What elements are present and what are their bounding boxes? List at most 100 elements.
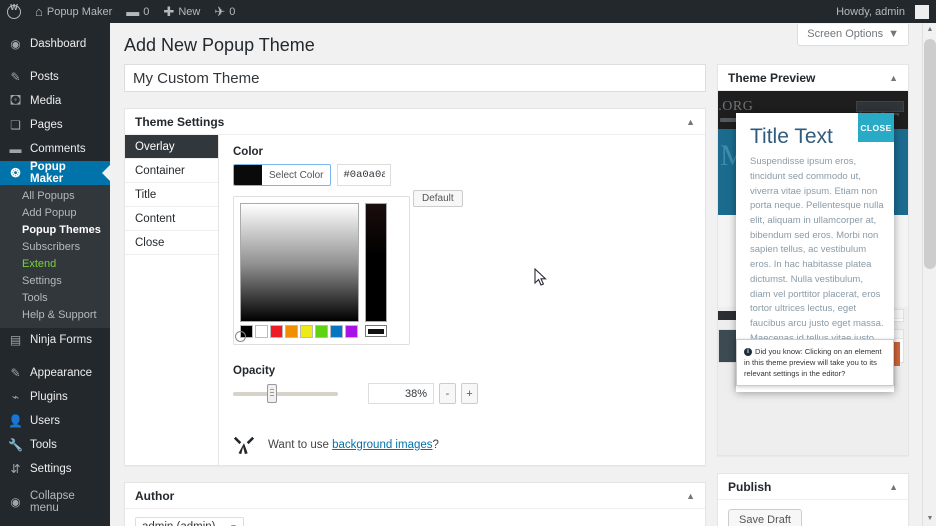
sidebar-label: Media bbox=[30, 95, 61, 107]
tab-close[interactable]: Close bbox=[125, 231, 218, 255]
author-title: Author bbox=[135, 489, 174, 503]
theme-preview-stage[interactable]: S.ORG Search WordPress.org M bbox=[718, 91, 908, 455]
preview-tip-text: Did you know: Clicking on an element in … bbox=[744, 347, 882, 378]
sidebar-label: Ninja Forms bbox=[30, 334, 92, 346]
publish-body: Save Draft bbox=[718, 500, 908, 526]
palette-swatch-yellow[interactable] bbox=[300, 325, 313, 338]
preview-popup-close-button[interactable]: CLOSE bbox=[858, 113, 894, 142]
submenu-item-tools[interactable]: Tools bbox=[0, 289, 110, 306]
saturation-value-area[interactable] bbox=[240, 203, 359, 338]
background-images-link[interactable]: background images bbox=[332, 439, 432, 451]
users-icon: 👤 bbox=[8, 414, 23, 428]
sidebar-item-users[interactable]: 👤 Users bbox=[0, 409, 110, 433]
sidebar-item-tools[interactable]: 🔧 Tools bbox=[0, 433, 110, 457]
sidebar-item-posts[interactable]: ✎ Posts bbox=[0, 65, 110, 89]
chevron-up-icon[interactable]: ▲ bbox=[686, 491, 695, 501]
sidebar-item-popup-maker[interactable]: ❂ Popup Maker bbox=[0, 161, 110, 185]
palette-swatch-red[interactable] bbox=[270, 325, 283, 338]
opacity-slider-thumb[interactable] bbox=[267, 384, 277, 403]
plugins-plug-icon: ⌁ bbox=[8, 390, 23, 404]
submenu-item-add-popup[interactable]: Add Popup bbox=[0, 204, 110, 221]
scroll-up-arrow[interactable]: ▲ bbox=[923, 23, 936, 37]
jetpack-link[interactable]: ✈ 0 bbox=[207, 0, 242, 23]
tools-crossed-icon bbox=[233, 434, 255, 456]
comments-count: 0 bbox=[143, 6, 149, 18]
chevron-down-icon: ▼ bbox=[230, 523, 238, 526]
theme-preview-header[interactable]: Theme Preview ▲ bbox=[718, 65, 908, 91]
sidebar-item-dashboard[interactable]: ◉ Dashboard bbox=[0, 32, 110, 56]
comments-link[interactable]: ▬ 0 bbox=[119, 0, 156, 23]
main-column: Theme Settings ▲ Overlay Container Title… bbox=[124, 64, 706, 526]
mouse-cursor bbox=[534, 268, 548, 288]
color-picker-popup bbox=[233, 196, 410, 345]
palette-swatch-purple[interactable] bbox=[345, 325, 358, 338]
palette-swatch-white[interactable] bbox=[255, 325, 268, 338]
theme-settings-header[interactable]: Theme Settings ▲ bbox=[125, 109, 705, 135]
scroll-thumb[interactable] bbox=[924, 39, 936, 269]
wordpress-logo-button[interactable] bbox=[0, 0, 28, 23]
sidebar-item-ninja-forms[interactable]: ▤ Ninja Forms bbox=[0, 328, 110, 352]
opacity-slider[interactable] bbox=[233, 392, 338, 396]
submenu-item-popup-themes[interactable]: Popup Themes bbox=[0, 221, 110, 238]
submenu-item-subscribers[interactable]: Subscribers bbox=[0, 238, 110, 255]
plus-icon: ✚ bbox=[163, 5, 174, 18]
sidebar-item-media[interactable]: 🖸 Media bbox=[0, 89, 110, 113]
sidebar-label: Comments bbox=[30, 143, 86, 155]
color-hex-input[interactable] bbox=[337, 164, 391, 186]
chevron-up-icon[interactable]: ▲ bbox=[686, 117, 695, 127]
publish-header[interactable]: Publish ▲ bbox=[718, 474, 908, 500]
submenu-item-settings[interactable]: Settings bbox=[0, 272, 110, 289]
sidebar-label: Pages bbox=[30, 119, 63, 131]
admin-sidebar: ◉ Dashboard ✎ Posts 🖸 Media ❏ Pages ▬ Co… bbox=[0, 23, 110, 526]
my-account-link[interactable]: Howdy, admin bbox=[829, 0, 936, 23]
sidebar-label: Tools bbox=[30, 439, 57, 451]
opacity-increment-button[interactable]: + bbox=[461, 383, 478, 404]
comments-icon: ▬ bbox=[8, 142, 23, 156]
select-color-button[interactable]: Select Color bbox=[233, 164, 331, 186]
palette-swatch-blue[interactable] bbox=[330, 325, 343, 338]
new-content-link[interactable]: ✚ New bbox=[156, 0, 207, 23]
palette-swatch-green[interactable] bbox=[315, 325, 328, 338]
page-scrollbar[interactable]: ▲ ▼ bbox=[922, 23, 936, 526]
sidebar-item-plugins[interactable]: ⌁ Plugins bbox=[0, 385, 110, 409]
sidebar-item-comments[interactable]: ▬ Comments bbox=[0, 137, 110, 161]
info-icon: i bbox=[744, 348, 752, 356]
sidebar-item-pages[interactable]: ❏ Pages bbox=[0, 113, 110, 137]
hue-gradient[interactable] bbox=[365, 203, 387, 322]
site-name-link[interactable]: ⌂ Popup Maker bbox=[28, 0, 119, 23]
chevron-up-icon[interactable]: ▲ bbox=[889, 482, 898, 492]
opacity-value-input[interactable] bbox=[368, 383, 434, 404]
author-header[interactable]: Author ▲ bbox=[125, 483, 705, 509]
scroll-down-arrow[interactable]: ▼ bbox=[923, 512, 936, 526]
saturation-gradient[interactable] bbox=[240, 203, 359, 322]
hue-slider-area[interactable] bbox=[365, 203, 387, 338]
hue-handle[interactable] bbox=[365, 325, 387, 337]
sidebar-item-settings[interactable]: ⇵ Settings bbox=[0, 457, 110, 481]
sidebar-item-appearance[interactable]: ✎ Appearance bbox=[0, 361, 110, 385]
submenu-item-help-support[interactable]: Help & Support bbox=[0, 306, 110, 323]
tab-content[interactable]: Content bbox=[125, 207, 218, 231]
submenu-item-extend[interactable]: Extend bbox=[0, 255, 110, 272]
tab-title[interactable]: Title bbox=[125, 183, 218, 207]
submenu-item-all-popups[interactable]: All Popups bbox=[0, 187, 110, 204]
tab-container[interactable]: Container bbox=[125, 159, 218, 183]
palette-swatch-orange[interactable] bbox=[285, 325, 298, 338]
color-default-button[interactable]: Default bbox=[413, 190, 463, 207]
theme-title-input[interactable] bbox=[124, 64, 706, 92]
dashboard-icon: ◉ bbox=[8, 37, 23, 51]
opacity-decrement-button[interactable]: - bbox=[439, 383, 456, 404]
saturation-handle[interactable] bbox=[235, 331, 246, 342]
admin-bar-right: Howdy, admin bbox=[829, 0, 936, 23]
overlay-settings-panel: Color Select Color Default bbox=[219, 135, 705, 465]
background-images-note: Want to use background images? bbox=[233, 434, 705, 456]
save-draft-button[interactable]: Save Draft bbox=[728, 509, 802, 526]
author-select[interactable]: admin (admin) ▼ bbox=[135, 517, 244, 526]
tab-overlay[interactable]: Overlay bbox=[125, 135, 218, 159]
screen-options-toggle[interactable]: Screen Options ▼ bbox=[797, 24, 909, 46]
new-label: New bbox=[178, 6, 200, 18]
collapse-menu-button[interactable]: ◉ Collapse menu bbox=[0, 490, 110, 514]
chevron-up-icon[interactable]: ▲ bbox=[889, 73, 898, 83]
admin-bar: ⌂ Popup Maker ▬ 0 ✚ New ✈ 0 Howdy, admin bbox=[0, 0, 936, 23]
author-panel: Author ▲ admin (admin) ▼ bbox=[124, 482, 706, 526]
opacity-control: Opacity - + bbox=[233, 365, 705, 404]
